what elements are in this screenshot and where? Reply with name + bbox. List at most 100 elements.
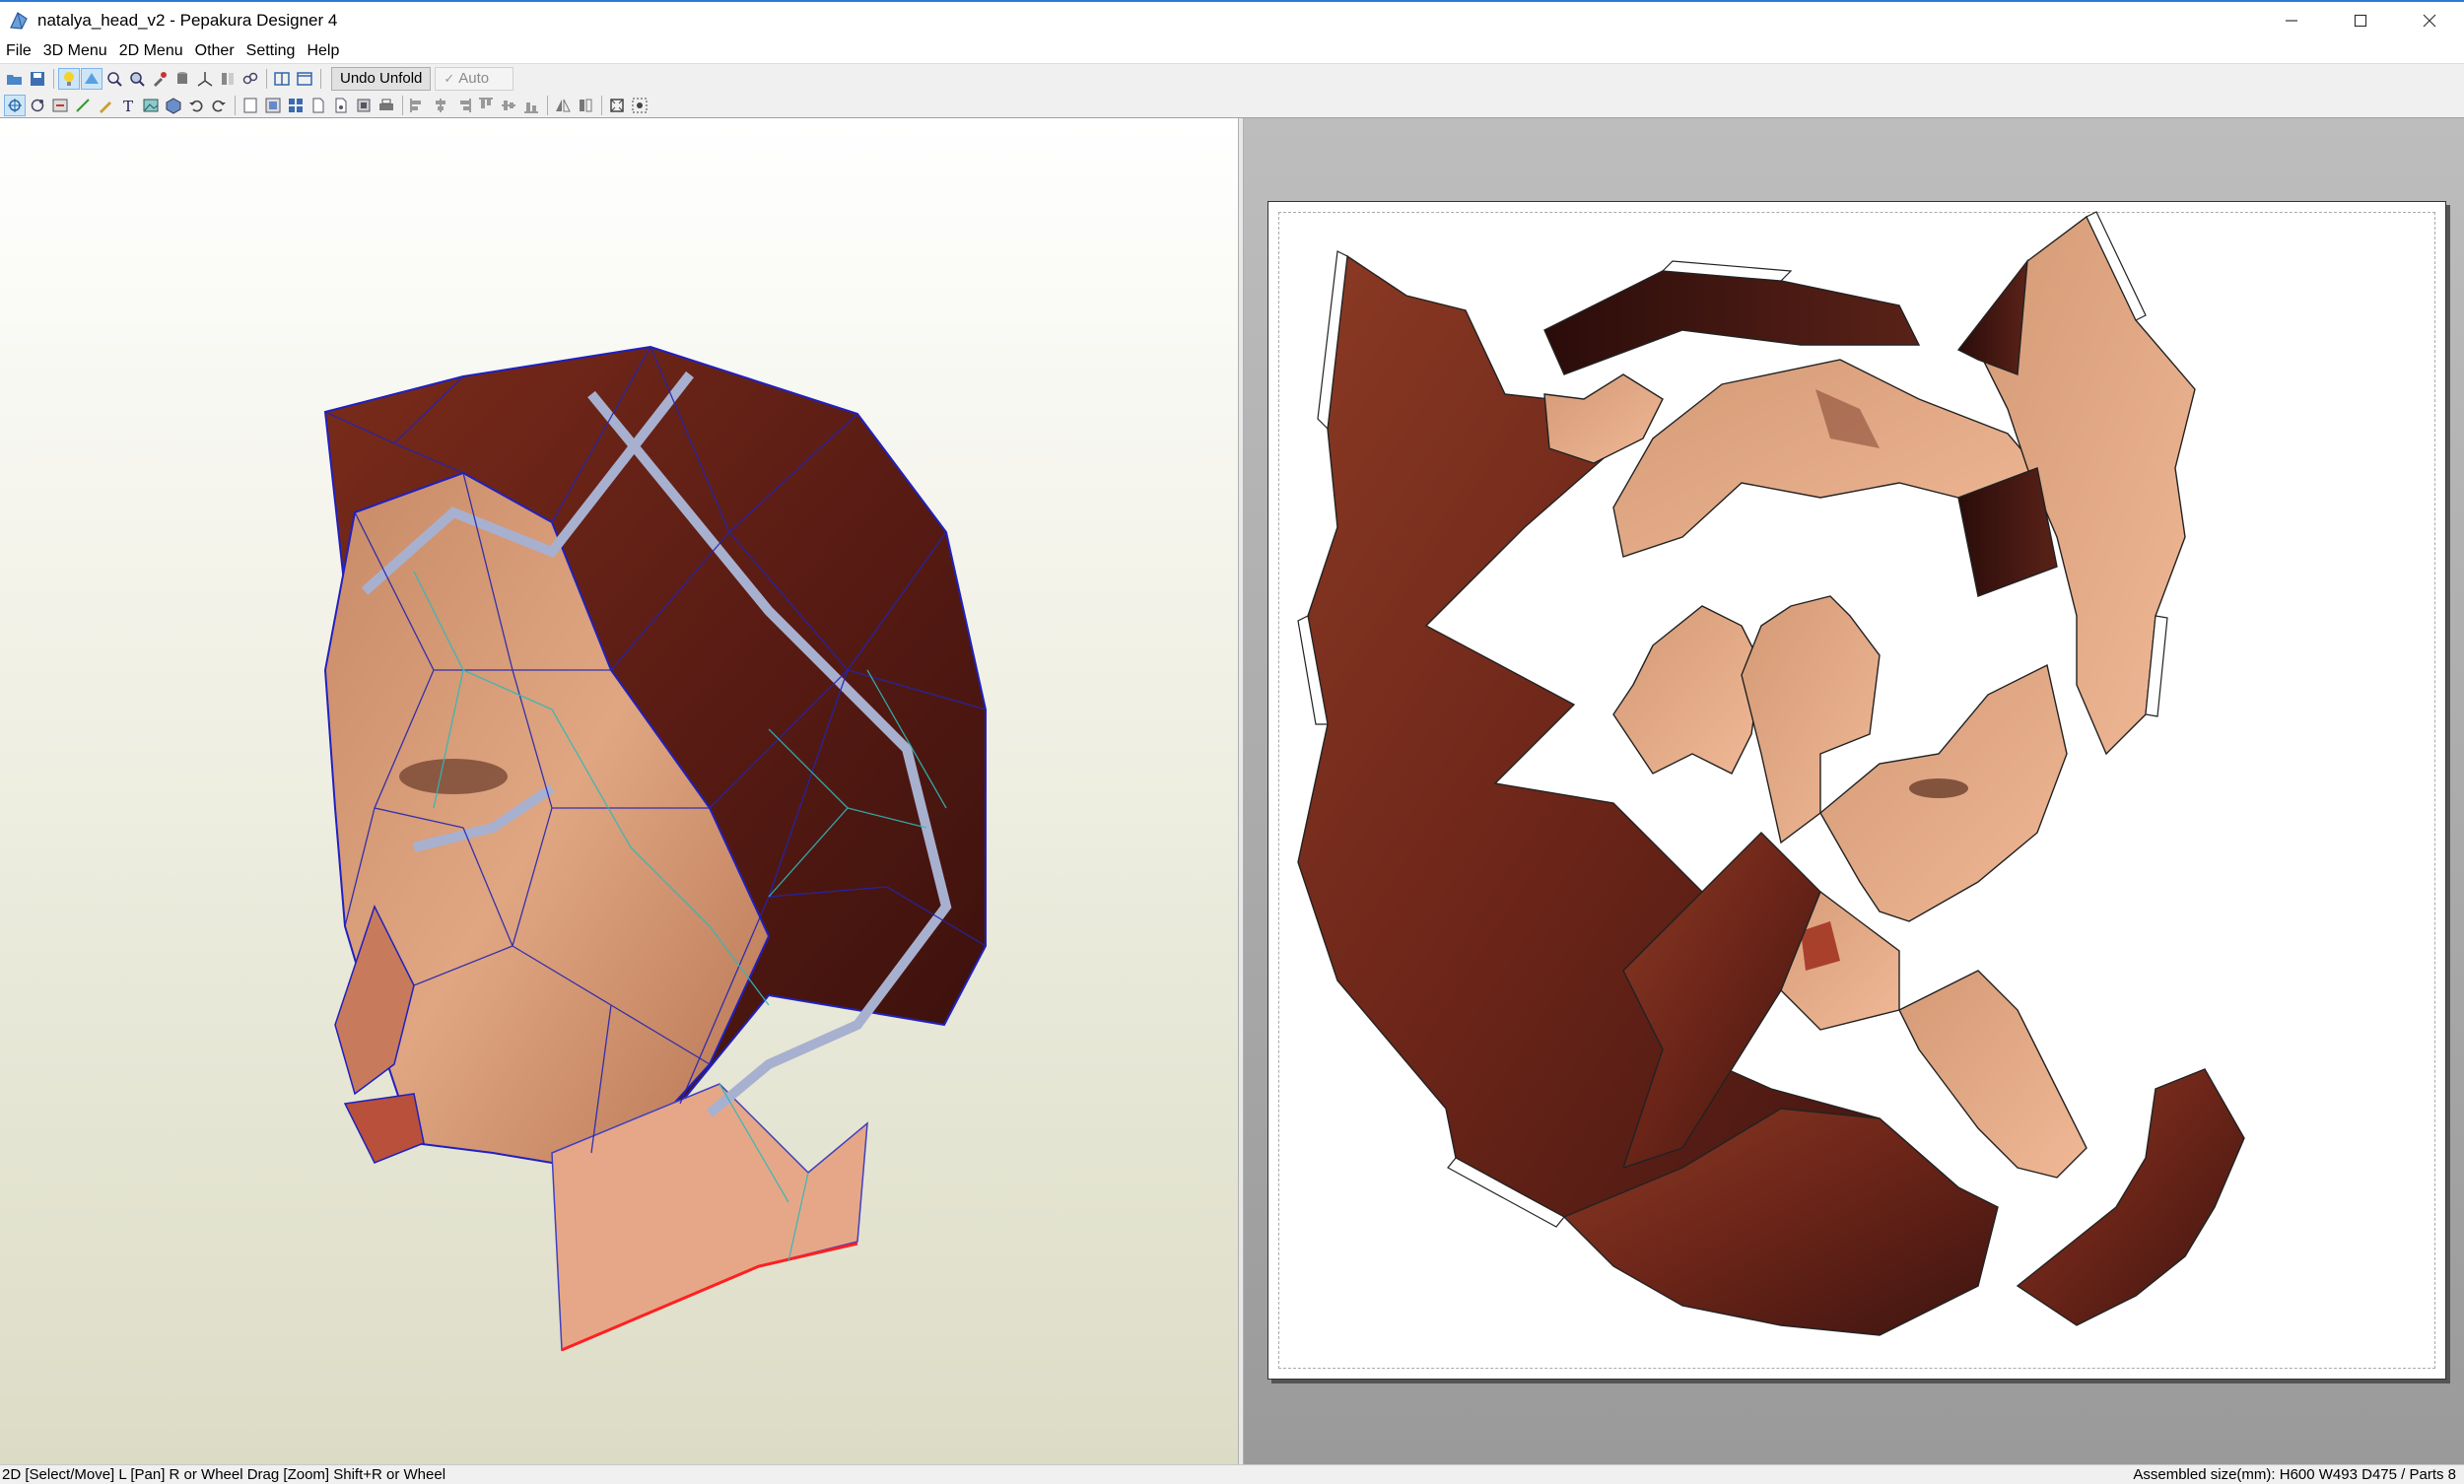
grid-button[interactable] xyxy=(285,95,307,116)
texture-button[interactable] xyxy=(81,67,103,90)
part-hair-top[interactable] xyxy=(1543,270,1921,375)
save-button[interactable] xyxy=(27,68,48,90)
select-icon xyxy=(8,98,22,112)
main-toolbar: Undo Unfold ✓ Auto xyxy=(0,63,2464,93)
toolbar-separator xyxy=(53,68,54,89)
select-tool-button[interactable] xyxy=(4,94,26,116)
image-tool-button[interactable] xyxy=(140,95,162,116)
menu-2d[interactable]: 2D Menu xyxy=(113,39,189,63)
align-center-button[interactable] xyxy=(430,95,451,116)
zoom-in-button[interactable] xyxy=(103,68,125,90)
join-tool-button[interactable] xyxy=(49,95,71,116)
cylinder-button[interactable] xyxy=(171,68,193,90)
status-bar: 2D [Select/Move] L [Pan] R or Wheel Drag… xyxy=(0,1464,2464,1484)
print-button[interactable] xyxy=(376,95,397,116)
align-right-icon xyxy=(460,98,471,112)
flip-vertical-button[interactable] xyxy=(575,95,596,116)
paint-button[interactable] xyxy=(149,68,171,90)
grid-icon xyxy=(289,98,303,112)
join-edges-icon xyxy=(52,99,68,111)
axis-icon xyxy=(197,71,213,87)
2d-view[interactable] xyxy=(1244,118,2464,1464)
texture-icon xyxy=(85,72,99,84)
single-view-button[interactable] xyxy=(294,68,315,90)
flip-horizontal-button[interactable] xyxy=(552,95,574,116)
mirror-button[interactable] xyxy=(217,68,239,90)
close-button[interactable] xyxy=(2395,2,2464,39)
menu-setting[interactable]: Setting xyxy=(240,39,302,63)
maximize-button[interactable] xyxy=(2326,2,2395,39)
paper-sheet xyxy=(1267,201,2446,1380)
text-tool-button[interactable]: T xyxy=(117,95,139,116)
align-top-button[interactable] xyxy=(475,95,497,116)
undo-button[interactable] xyxy=(185,95,207,116)
new-page-button[interactable] xyxy=(308,95,329,116)
light-button[interactable] xyxy=(58,67,80,90)
close-icon xyxy=(2423,14,2436,28)
title-bar: natalya_head_v2 - Pepakura Designer 4 xyxy=(0,0,2464,39)
axis-button[interactable] xyxy=(194,68,216,90)
part-cheek-left[interactable] xyxy=(1612,605,1762,775)
export-button[interactable] xyxy=(353,95,375,116)
cube-icon xyxy=(166,97,181,114)
eye-area xyxy=(399,759,508,794)
status-assembled-size: Assembled size(mm): H600 W493 D475 / Par… xyxy=(2133,1466,2456,1483)
arrange-button[interactable] xyxy=(262,95,284,116)
fit-page-icon xyxy=(610,98,624,112)
fit-parts-icon xyxy=(632,98,648,112)
align-left-icon xyxy=(410,98,421,112)
redo-icon xyxy=(212,100,226,111)
link-button[interactable] xyxy=(240,68,261,90)
pencil-icon xyxy=(100,101,111,113)
zoom-in-icon xyxy=(107,71,122,87)
part-hair-corner[interactable] xyxy=(1956,258,2028,375)
lips-mesh xyxy=(343,1093,425,1164)
fold-line-tool-button[interactable] xyxy=(72,95,94,116)
edge-id-tool-button[interactable] xyxy=(163,95,184,116)
status-hint: 2D [Select/Move] L [Pan] R or Wheel Drag… xyxy=(2,1466,446,1483)
mirror-icon xyxy=(222,72,234,85)
undo-unfold-button[interactable]: Undo Unfold xyxy=(331,66,432,91)
toolbar-separator xyxy=(320,68,321,89)
redo-button[interactable] xyxy=(208,95,230,116)
page-settings-icon xyxy=(335,98,347,112)
page-layout-button[interactable] xyxy=(240,95,261,116)
open-button[interactable] xyxy=(4,68,26,90)
minimize-icon xyxy=(2286,20,2297,22)
minimize-button[interactable] xyxy=(2257,2,2326,39)
zoom-out-button[interactable] xyxy=(126,68,148,90)
rotate-tool-button[interactable] xyxy=(27,95,48,116)
printer-icon xyxy=(379,99,393,110)
page-layout-icon xyxy=(243,98,257,112)
3d-view[interactable] xyxy=(0,118,1238,1464)
menu-help[interactable]: Help xyxy=(301,39,345,63)
fit-page-button[interactable] xyxy=(606,95,628,116)
flip-horizontal-icon xyxy=(556,99,571,111)
align-right-button[interactable] xyxy=(452,95,474,116)
align-bottom-button[interactable] xyxy=(520,95,542,116)
auto-checkbox[interactable]: ✓ Auto xyxy=(435,66,514,91)
split-view-button[interactable] xyxy=(271,68,293,90)
toolbar-separator xyxy=(235,95,236,115)
window-controls xyxy=(2257,2,2464,39)
toolbar-separator xyxy=(601,95,602,115)
part-chin[interactable] xyxy=(1898,970,2088,1179)
toolbar-separator xyxy=(266,68,267,89)
zoom-out-icon xyxy=(130,71,145,87)
menu-3d[interactable]: 3D Menu xyxy=(37,39,113,63)
window-title: natalya_head_v2 - Pepakura Designer 4 xyxy=(37,11,338,30)
link-icon xyxy=(242,72,258,84)
page-settings-button[interactable] xyxy=(330,95,352,116)
align-left-button[interactable] xyxy=(407,95,429,116)
fit-parts-button[interactable] xyxy=(629,95,650,116)
arrange-icon xyxy=(265,98,281,112)
part-skin-small-top[interactable] xyxy=(1543,373,1664,464)
edit-toolbar: T xyxy=(0,93,2464,118)
menu-other[interactable]: Other xyxy=(189,39,240,63)
align-middle-button[interactable] xyxy=(498,95,519,116)
rotate-icon xyxy=(31,99,44,111)
edit-line-tool-button[interactable] xyxy=(95,95,116,116)
lightbulb-icon xyxy=(64,71,74,86)
menu-file[interactable]: File xyxy=(0,39,37,63)
align-top-icon xyxy=(479,98,493,108)
